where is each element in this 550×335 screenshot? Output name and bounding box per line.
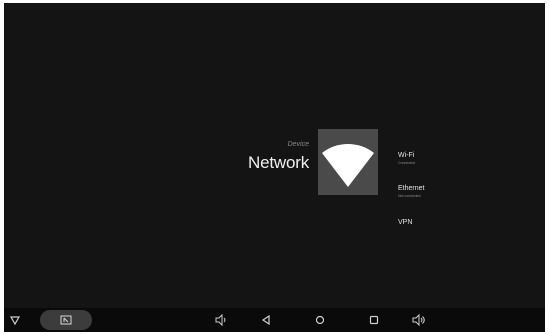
menu-item-label: Wi-Fi (398, 152, 415, 159)
navigation-bar (4, 308, 545, 332)
recents-icon[interactable] (367, 313, 381, 327)
menu-item-sublabel: Connected (398, 161, 415, 165)
wifi-icon (318, 129, 378, 195)
page-title: Network (248, 153, 309, 172)
volume-down-icon[interactable] (214, 313, 228, 327)
menu-item-label: VPN (398, 219, 413, 226)
menu-item-label: Ethernet (398, 185, 425, 192)
home-icon[interactable] (313, 313, 327, 327)
breadcrumb: Device (287, 141, 309, 148)
tv-screen: Device Network Wi-Fi Connected Ethernet … (4, 3, 545, 332)
menu-item-sublabel: Not connected (398, 194, 421, 198)
collapse-icon[interactable] (8, 313, 22, 327)
menu-item-wifi[interactable]: Wi-Fi Connected (398, 152, 415, 165)
menu-item-vpn[interactable]: VPN (398, 219, 412, 226)
screenshot-icon[interactable] (59, 313, 73, 327)
menu-item-ethernet[interactable]: Ethernet Not connected (398, 185, 424, 198)
back-icon[interactable] (259, 313, 273, 327)
volume-up-icon[interactable] (412, 313, 426, 327)
